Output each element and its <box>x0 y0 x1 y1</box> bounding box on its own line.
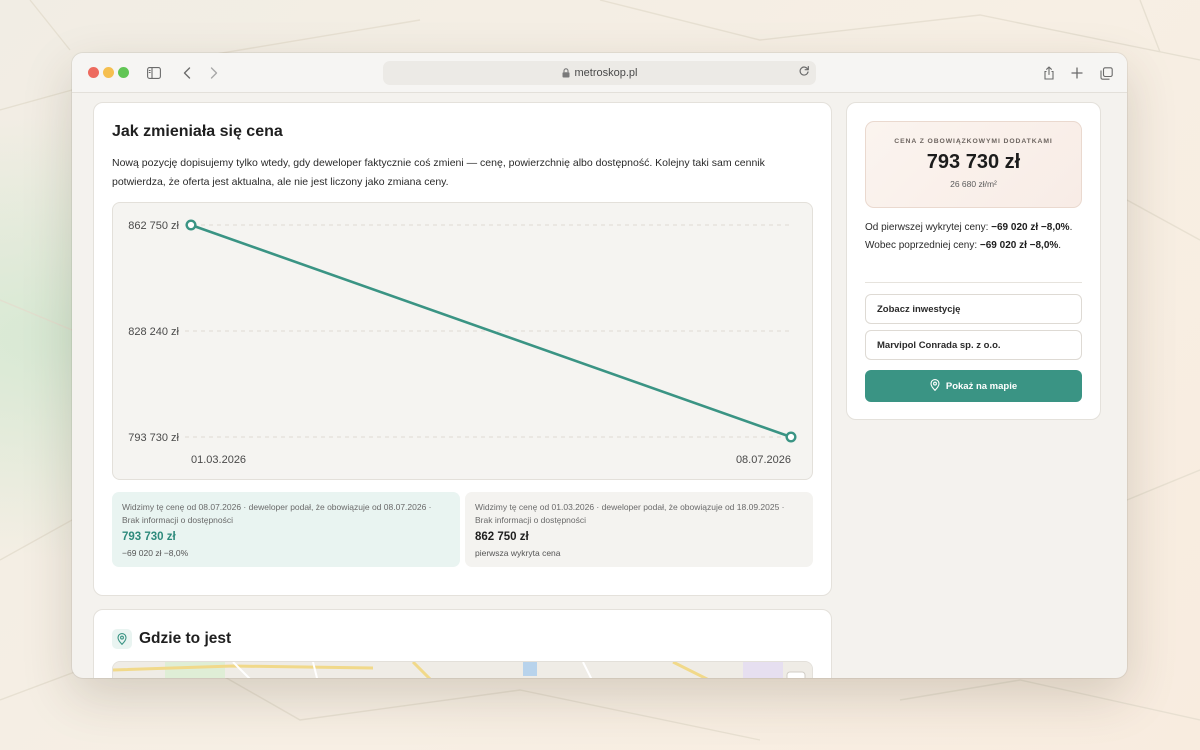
browser-window: metroskop.pl Jak zmieniała się cena Nową… <box>72 53 1127 678</box>
back-arrow-icon[interactable] <box>177 63 197 83</box>
developer-button[interactable]: Marvipol Conrada sp. z o.o. <box>865 330 1082 360</box>
total-price-value: 793 730 zł <box>926 151 1021 173</box>
tab-overview-icon[interactable] <box>1096 63 1116 83</box>
location-title: Gdzie to jest <box>139 630 232 647</box>
share-icon[interactable] <box>1039 63 1059 83</box>
change-suffix: . <box>1058 240 1062 251</box>
address-bar[interactable]: metroskop.pl <box>383 61 816 85</box>
data-point <box>785 431 797 443</box>
zoom-window-button[interactable] <box>118 67 129 78</box>
price-per-m2: 26 680 zł/m² <box>950 179 997 189</box>
total-price-box: CENA Z OBOWIĄZKOWYMI DODATKAMI 793 730 z… <box>865 121 1082 208</box>
show-on-map-button[interactable]: Pokaż na mapie <box>865 370 1082 402</box>
address-bar-url: metroskop.pl <box>574 67 638 79</box>
show-on-map-label: Pokaż na mapie <box>945 380 1018 392</box>
price-chart: 862 750 zł 828 240 zł 793 730 zł 01.03.2026… <box>112 202 813 480</box>
price-chart-svg: 862 750 zł 828 240 zł 793 730 zł 01.03.2026… <box>128 219 797 466</box>
y-tick-label: 828 240 zł <box>128 326 179 338</box>
data-point <box>185 219 197 231</box>
price-change-summary: Od pierwszej wykrytej ceny: −69 020 zł −… <box>865 219 1082 255</box>
price-entry-first: Widzimy tę cenę od 01.03.2026 · dewelope… <box>465 492 813 567</box>
reload-icon[interactable] <box>798 65 810 77</box>
sidebar-toggle-icon[interactable] <box>144 63 164 83</box>
x-tick-label: 01.03.2026 <box>191 454 246 466</box>
price-history-description: Nową pozycję dopisujemy tylko wtedy, gdy… <box>112 157 765 188</box>
price-entry-price: 862 750 zł <box>475 531 529 543</box>
location-map[interactable] <box>112 661 813 678</box>
location-pin-icon <box>112 629 132 649</box>
divider <box>865 282 1082 283</box>
minimize-window-button[interactable] <box>103 67 114 78</box>
change-prefix-first: Od pierwszej wykrytej ceny: <box>865 222 992 233</box>
browser-titlebar: metroskop.pl <box>72 53 1127 93</box>
view-investment-button[interactable]: Zobacz inwestycję <box>865 294 1082 324</box>
map-pin-icon <box>930 378 940 394</box>
price-entry-change: −69 020 zł −8,0% <box>122 548 189 558</box>
forward-arrow-icon[interactable] <box>204 63 224 83</box>
price-entry-price: 793 730 zł <box>122 531 176 543</box>
price-entry-meta: Widzimy tę cenę od 08.07.2026 · dewelope… <box>122 502 432 525</box>
x-tick-label: 08.07.2026 <box>736 454 791 466</box>
page-content: Jak zmieniała się cena Nową pozycję dopi… <box>72 94 1127 678</box>
close-window-button[interactable] <box>88 67 99 78</box>
price-history-card: Jak zmieniała się cena Nową pozycję dopi… <box>93 102 832 596</box>
lock-icon <box>562 68 570 78</box>
price-summary-card: CENA Z OBOWIĄZKOWYMI DODATKAMI 793 730 z… <box>846 102 1101 420</box>
total-price-label: CENA Z OBOWIĄZKOWYMI DODATKAMI <box>894 138 1053 145</box>
change-from-first-value: −69 020 zł −8,0% <box>991 222 1070 233</box>
price-history-title: Jak zmieniała się cena <box>112 123 283 140</box>
y-tick-label: 862 750 zł <box>128 220 179 232</box>
location-card: Gdzie to jest <box>93 609 832 678</box>
map-tiles-svg <box>113 662 812 678</box>
price-entry-note: pierwsza wykryta cena <box>475 548 561 558</box>
y-tick-label: 793 730 zł <box>128 432 179 444</box>
change-from-previous-value: −69 020 zł −8,0% <box>979 240 1059 251</box>
new-tab-plus-icon[interactable] <box>1067 63 1087 83</box>
price-entry-meta: Widzimy tę cenę od 01.03.2026 · dewelope… <box>475 502 785 525</box>
price-entry-current: Widzimy tę cenę od 08.07.2026 · dewelope… <box>112 492 460 567</box>
